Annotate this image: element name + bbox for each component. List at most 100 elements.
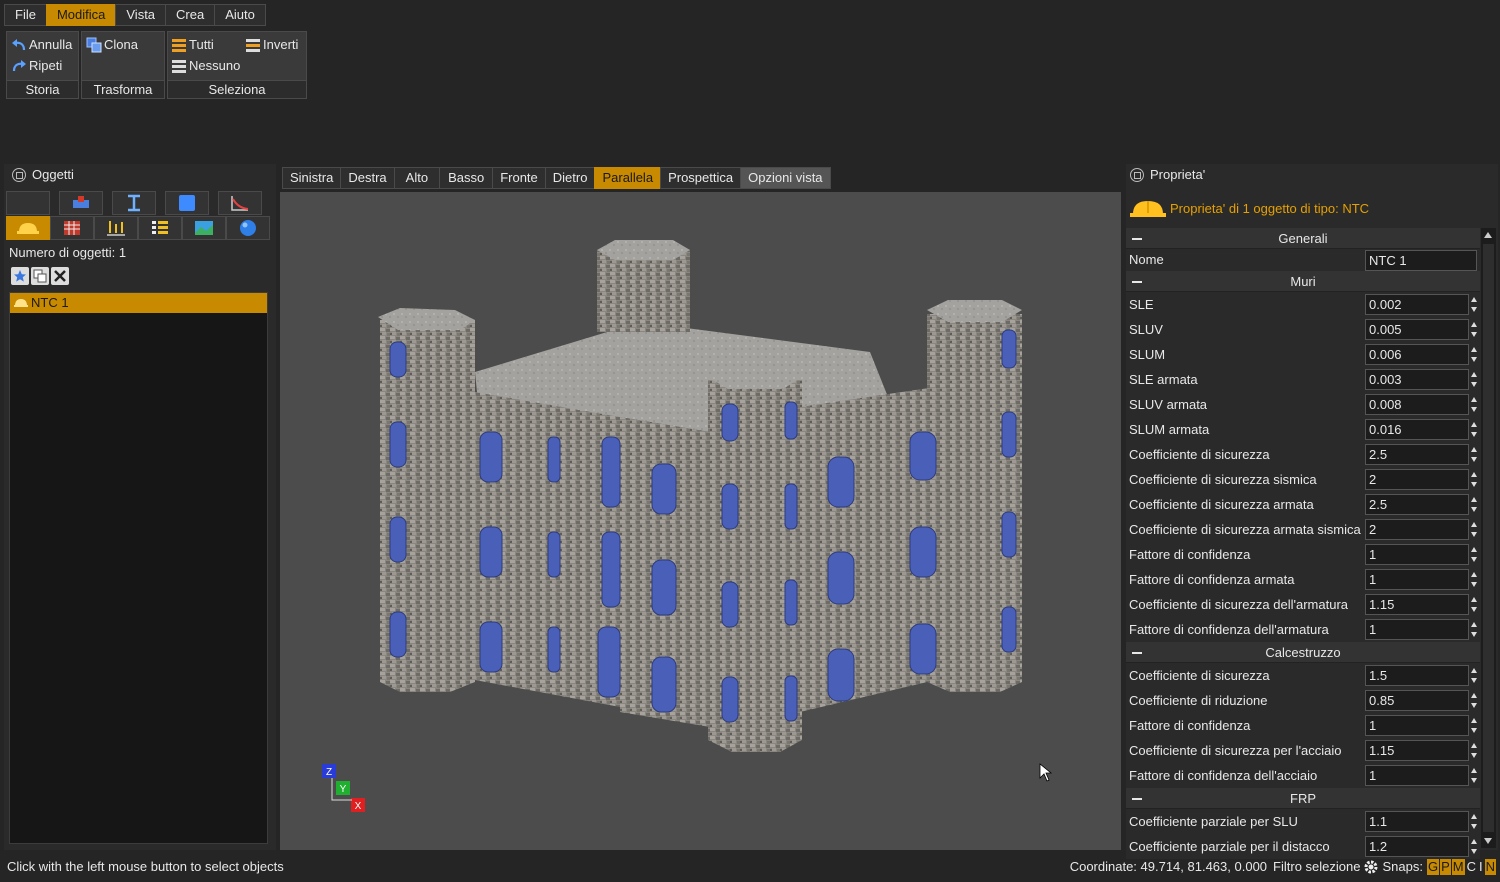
tab-alto[interactable]: Alto — [393, 167, 441, 189]
tab-basso[interactable]: Basso — [439, 167, 494, 189]
filter-chart-button[interactable] — [218, 191, 262, 215]
section-header-calcestruzzo[interactable]: Calcestruzzo — [1126, 642, 1480, 663]
properties-scrollbar[interactable] — [1481, 228, 1496, 848]
scroll-thumb[interactable] — [1483, 244, 1494, 832]
spinner-arrows-icon[interactable] — [1471, 837, 1478, 856]
tab-fronte[interactable]: Fronte — [492, 167, 546, 189]
tab-sinistra[interactable]: Sinistra — [282, 167, 342, 189]
spinner-arrows-icon[interactable] — [1471, 320, 1478, 339]
collapse-icon[interactable] — [1132, 281, 1142, 283]
section-header-muri[interactable]: Muri — [1126, 271, 1480, 292]
tab-parallela[interactable]: Parallela — [594, 167, 662, 189]
spinner-arrows-icon[interactable] — [1471, 595, 1478, 614]
spinner-arrows-icon[interactable] — [1471, 345, 1478, 364]
property-value-field[interactable]: NTC 1 — [1365, 250, 1477, 271]
property-value-field[interactable]: 0.005 — [1365, 319, 1469, 340]
redo-button[interactable]: Ripeti — [11, 56, 62, 76]
spinner-arrows-icon[interactable] — [1471, 691, 1478, 710]
filter-table-button[interactable] — [50, 216, 94, 240]
filter-plate-button[interactable] — [165, 191, 209, 215]
add-object-button[interactable] — [11, 267, 29, 285]
spinner-arrows-icon[interactable] — [1471, 620, 1478, 639]
property-value-field[interactable]: 1 — [1365, 765, 1469, 786]
spinner-arrows-icon[interactable] — [1471, 570, 1478, 589]
spinner-arrows-icon[interactable] — [1471, 666, 1478, 685]
property-value-field[interactable]: 0.003 — [1365, 369, 1469, 390]
property-value-field[interactable]: 0.002 — [1365, 294, 1469, 315]
scroll-down-icon[interactable] — [1484, 838, 1492, 844]
menu-file[interactable]: File — [4, 4, 47, 26]
property-value-field[interactable]: 2 — [1365, 469, 1469, 490]
property-value-field[interactable]: 1.15 — [1365, 740, 1469, 761]
select-all-button[interactable]: Tutti — [171, 35, 214, 55]
selection-filter-label[interactable]: Filtro selezione — [1273, 855, 1360, 879]
property-value-field[interactable]: 1.15 — [1365, 594, 1469, 615]
tab-prospettica[interactable]: Prospettica — [660, 167, 742, 189]
menu-crea[interactable]: Crea — [165, 4, 216, 26]
property-value-field[interactable]: 1.5 — [1365, 665, 1469, 686]
filter-loads-button[interactable] — [94, 216, 138, 240]
property-value-field[interactable]: 2 — [1365, 519, 1469, 540]
filter-sphere-button[interactable] — [226, 216, 270, 240]
tab-dietro[interactable]: Dietro — [544, 167, 596, 189]
spinner-arrows-icon[interactable] — [1471, 741, 1478, 760]
spinner-arrows-icon[interactable] — [1471, 766, 1478, 785]
property-value-field[interactable]: 0.016 — [1365, 419, 1469, 440]
scroll-up-icon[interactable] — [1484, 232, 1492, 238]
filter-beam-button[interactable] — [112, 191, 156, 215]
property-value-field[interactable]: 1 — [1365, 715, 1469, 736]
undo-button[interactable]: Annulla — [11, 35, 72, 55]
property-value-field[interactable]: 0.008 — [1365, 394, 1469, 415]
duplicate-object-button[interactable] — [31, 267, 49, 285]
filter-image-button[interactable] — [182, 216, 226, 240]
property-value-field[interactable]: 2.5 — [1365, 494, 1469, 515]
spinner-arrows-icon[interactable] — [1471, 420, 1478, 439]
spinner-arrows-icon[interactable] — [1471, 295, 1478, 314]
property-value-field[interactable]: 2.5 — [1365, 444, 1469, 465]
invert-selection-button[interactable]: Inverti — [245, 35, 298, 55]
filter-nodes-button[interactable] — [59, 191, 103, 215]
menu-modifica[interactable]: Modifica — [45, 4, 117, 26]
spinner-arrows-icon[interactable] — [1471, 812, 1478, 831]
spinner-arrows-icon[interactable] — [1471, 470, 1478, 489]
3d-viewport[interactable]: Z Y X — [280, 192, 1121, 850]
collapse-icon[interactable] — [1132, 652, 1142, 654]
snap-toggle-g[interactable]: G — [1426, 859, 1440, 875]
spinner-arrows-icon[interactable] — [1471, 716, 1478, 735]
filter-grid-button[interactable] — [138, 216, 182, 240]
section-header-frp[interactable]: FRP — [1126, 788, 1480, 809]
snap-toggle-i[interactable]: I — [1478, 859, 1484, 875]
snap-toggle-n[interactable]: N — [1484, 859, 1496, 875]
menu-vista[interactable]: Vista — [115, 4, 167, 26]
collapse-icon[interactable] — [1132, 798, 1142, 800]
tab-destra[interactable]: Destra — [340, 167, 395, 189]
property-value-field[interactable]: 0.85 — [1365, 690, 1469, 711]
spinner-arrows-icon[interactable] — [1471, 545, 1478, 564]
spinner-arrows-icon[interactable] — [1471, 495, 1478, 514]
spinner-arrows-icon[interactable] — [1471, 520, 1478, 539]
snap-toggle-m[interactable]: M — [1451, 859, 1465, 875]
property-value-field[interactable]: 1 — [1365, 569, 1469, 590]
spinner-arrows-icon[interactable] — [1471, 445, 1478, 464]
collapse-icon[interactable] — [1132, 238, 1142, 240]
spinner-arrows-icon[interactable] — [1471, 395, 1478, 414]
clone-button[interactable]: Clona — [86, 35, 138, 55]
delete-object-button[interactable] — [51, 267, 69, 285]
spinner-arrows-icon[interactable] — [1471, 370, 1478, 389]
property-value-field[interactable]: 1.1 — [1365, 811, 1469, 832]
select-none-button[interactable]: Nessuno — [171, 56, 240, 76]
filter-blank[interactable] — [6, 191, 50, 215]
section-header-generali[interactable]: Generali — [1126, 228, 1480, 249]
snap-toggle-c[interactable]: C — [1466, 859, 1477, 875]
property-value-field[interactable]: 1 — [1365, 619, 1469, 640]
property-value-field[interactable]: 1.2 — [1365, 836, 1469, 857]
property-value-field[interactable]: 1 — [1365, 544, 1469, 565]
snap-toggle-p[interactable]: P — [1440, 859, 1451, 875]
list-item[interactable]: NTC 1 — [10, 293, 267, 313]
tab-opzioni-vista[interactable]: Opzioni vista — [740, 167, 831, 189]
filter-ntc-button[interactable] — [6, 216, 50, 240]
property-row: Coefficiente di sicurezza armata 2.5 — [1126, 492, 1480, 517]
menu-aiuto[interactable]: Aiuto — [214, 4, 266, 26]
gear-icon[interactable] — [1363, 859, 1379, 875]
property-value-field[interactable]: 0.006 — [1365, 344, 1469, 365]
